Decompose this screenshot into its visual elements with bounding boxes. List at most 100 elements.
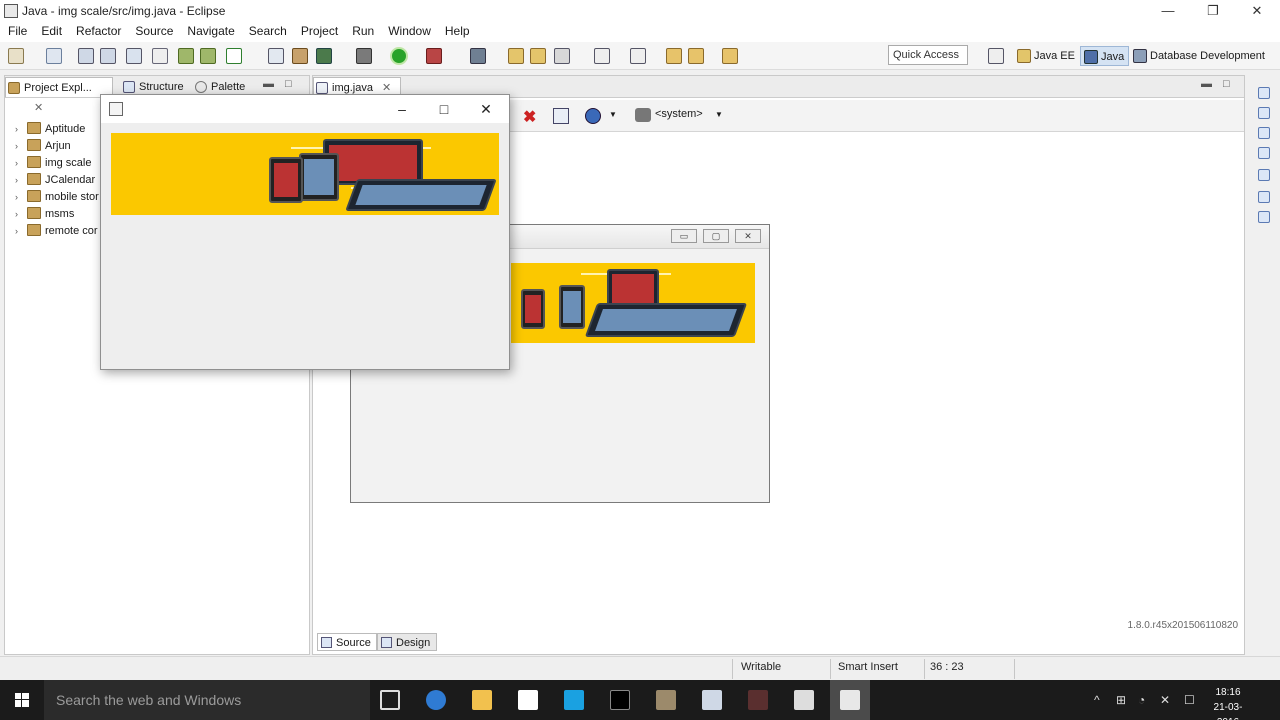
tab-design[interactable]: Design [377, 633, 437, 651]
console-view-icon[interactable] [1258, 169, 1270, 181]
open-folder-icon[interactable] [508, 48, 524, 64]
task-check-icon[interactable] [226, 48, 242, 64]
new-icon[interactable] [8, 48, 24, 64]
annotation-icon[interactable] [594, 48, 610, 64]
expand-icon[interactable]: › [15, 206, 27, 223]
refresh-icon[interactable] [316, 48, 332, 64]
pin-icon[interactable] [152, 48, 168, 64]
look-and-feel-icon[interactable] [635, 108, 651, 122]
outline-view-icon[interactable] [1258, 107, 1270, 119]
back-icon[interactable] [688, 48, 704, 64]
box-icon[interactable] [702, 690, 722, 710]
menu-refactor[interactable]: Refactor [70, 22, 127, 40]
expand-icon[interactable]: › [15, 223, 27, 240]
new-package-icon[interactable] [46, 48, 62, 64]
tasks-view-icon[interactable] [1258, 211, 1270, 223]
properties-view-icon[interactable] [1258, 191, 1270, 203]
running-app-close-button[interactable]: ✕ [465, 95, 507, 123]
tab-source[interactable]: Source [317, 633, 377, 651]
at-sign-icon[interactable] [1258, 127, 1270, 139]
maximize-editor-icon[interactable]: □ [1223, 78, 1230, 90]
minimize-button[interactable]: — [1145, 0, 1191, 22]
start-button[interactable] [0, 680, 44, 720]
tray-chevron-icon[interactable]: ^ [1094, 693, 1100, 707]
expand-icon[interactable]: › [15, 155, 27, 172]
monitor-icon[interactable] [794, 690, 814, 710]
close-tab-icon[interactable]: ✕ [34, 102, 43, 114]
store-icon[interactable] [518, 690, 538, 710]
search-tool-icon[interactable] [554, 48, 570, 64]
tree-item-msms[interactable]: › msms [15, 206, 74, 223]
open-file-icon[interactable] [530, 48, 546, 64]
server-icon[interactable] [292, 48, 308, 64]
menu-run[interactable]: Run [346, 22, 380, 40]
maximize-panel-icon[interactable]: □ [285, 78, 292, 90]
dropdown-arrow-icon[interactable]: ▼ [609, 110, 617, 119]
quick-access-input[interactable]: Quick Access [888, 45, 968, 65]
tree-item-arjun[interactable]: › Arjun [15, 138, 71, 155]
javadoc-view-icon[interactable] [1258, 147, 1270, 159]
java-app-taskbar-icon[interactable] [840, 690, 860, 710]
minimize-editor-icon[interactable]: ▬ [1201, 78, 1212, 90]
open-perspective-icon[interactable] [988, 48, 1004, 64]
external-tools-icon[interactable] [426, 48, 442, 64]
taskbar-clock[interactable]: 18:16 21-03-2016 [1204, 685, 1252, 720]
properties-icon[interactable] [553, 108, 569, 124]
restore-button[interactable]: ❐ [1190, 0, 1236, 22]
file-explorer-icon[interactable] [472, 690, 492, 710]
debug-icon[interactable] [356, 48, 372, 64]
coverage-icon[interactable] [470, 48, 486, 64]
perspective-java-ee[interactable]: Java EE [1014, 46, 1079, 66]
notification-icon[interactable]: ☐ [1184, 693, 1195, 707]
menu-edit[interactable]: Edit [35, 22, 68, 40]
expand-icon[interactable]: › [15, 138, 27, 155]
wifi-icon[interactable]: ◔ [1138, 693, 1145, 707]
menu-file[interactable]: File [2, 22, 33, 40]
tree-item-remote-control[interactable]: › remote cor [15, 223, 98, 240]
look-and-feel-select[interactable]: <system> [655, 108, 703, 120]
tree-item-jcalendar[interactable]: › JCalendar [15, 172, 95, 189]
expand-icon[interactable]: › [15, 172, 27, 189]
perspective-java[interactable]: Java [1080, 46, 1130, 66]
expand-icon[interactable]: › [15, 189, 27, 206]
menu-search[interactable]: Search [243, 22, 293, 40]
edge-icon[interactable] [426, 690, 446, 710]
task-view-icon[interactable] [380, 690, 400, 710]
menu-navigate[interactable]: Navigate [181, 22, 240, 40]
globe-icon[interactable] [585, 108, 601, 124]
last-edit-icon[interactable] [666, 48, 682, 64]
menu-window[interactable]: Window [382, 22, 437, 40]
run-icon[interactable] [390, 47, 408, 65]
close-tab-icon[interactable]: ✕ [382, 82, 391, 94]
save-icon[interactable] [78, 48, 94, 64]
tab-project-explorer[interactable]: Project Expl... ✕ [5, 77, 113, 114]
menu-help[interactable]: Help [439, 22, 476, 40]
open-type-icon[interactable] [268, 48, 284, 64]
save-all-icon[interactable] [100, 48, 116, 64]
taskbar-search-box[interactable]: Search the web and Windows [44, 680, 370, 720]
network-icon[interactable]: ⊞ [1116, 693, 1126, 707]
menu-project[interactable]: Project [295, 22, 344, 40]
running-app-minimize-button[interactable]: – [381, 95, 423, 123]
chevron-down-icon[interactable]: ▼ [715, 110, 723, 119]
close-button[interactable]: ✕ [1234, 0, 1280, 22]
archive-icon[interactable] [656, 690, 676, 710]
running-app-title-bar[interactable]: – □ ✕ [101, 95, 509, 123]
perspective-database-development[interactable]: Database Development [1130, 46, 1269, 66]
tree-item-aptitude[interactable]: › Aptitude [15, 121, 85, 138]
running-app-window[interactable]: – □ ✕ [100, 94, 510, 370]
print-icon[interactable] [126, 48, 142, 64]
cmd-icon[interactable] [610, 690, 630, 710]
menu-source[interactable]: Source [129, 22, 179, 40]
tree-item-mobile-store[interactable]: › mobile stor [15, 189, 99, 206]
build-all-icon[interactable] [200, 48, 216, 64]
forward-icon[interactable] [722, 48, 738, 64]
volume-mute-icon[interactable]: ✕ [1160, 693, 1170, 707]
eclipse-taskbar-icon[interactable] [748, 690, 768, 710]
delete-icon[interactable]: ✖ [523, 107, 536, 127]
minimize-panel-icon[interactable]: ▬ [263, 78, 274, 90]
running-app-maximize-button[interactable]: □ [423, 95, 465, 123]
skype-icon[interactable] [564, 690, 584, 710]
expand-icon[interactable]: › [15, 121, 27, 138]
build-icon[interactable] [178, 48, 194, 64]
